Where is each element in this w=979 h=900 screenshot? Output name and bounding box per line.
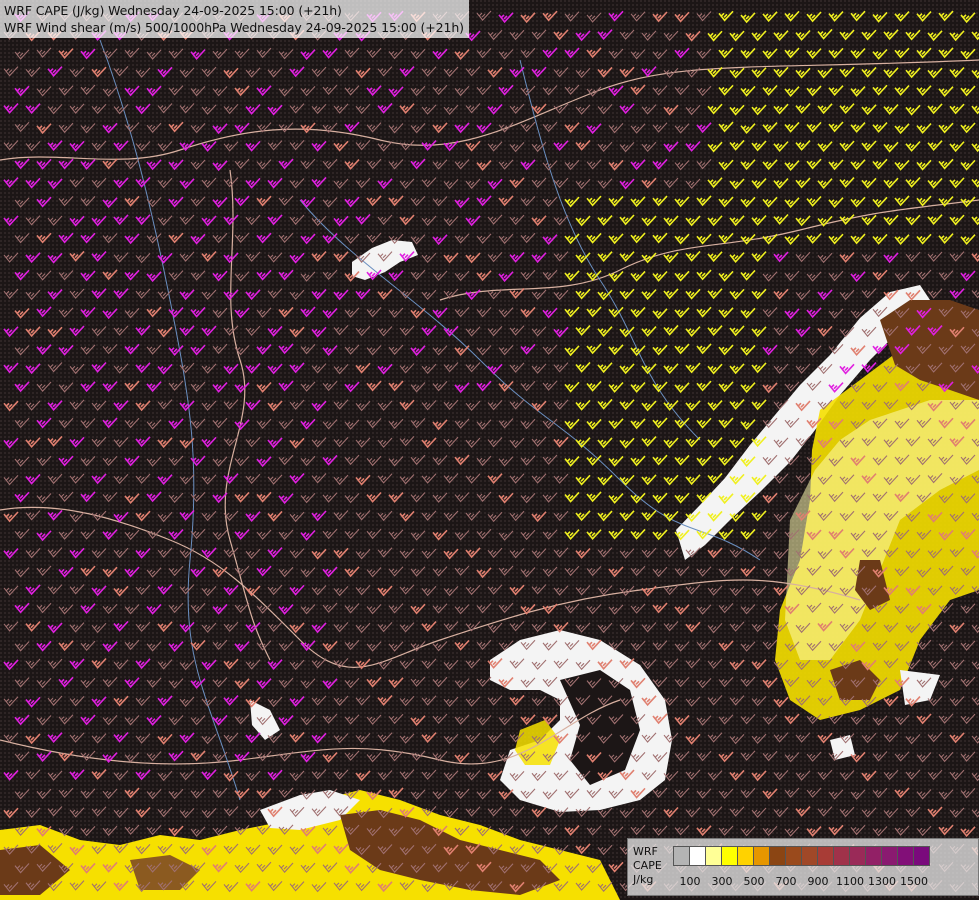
legend-color-scale	[673, 846, 930, 866]
legend-tick-label: 1300	[868, 875, 896, 888]
legend-swatch	[737, 846, 754, 866]
title-cape: WRF CAPE (J/kg) Wednesday 24-09-2025 15:…	[4, 3, 342, 18]
legend-label-unit: J/kg	[633, 873, 654, 886]
legend-swatch	[721, 846, 738, 866]
legend-tick-label: 1500	[900, 875, 928, 888]
map-title-box: WRF CAPE (J/kg) Wednesday 24-09-2025 15:…	[0, 0, 469, 38]
legend-label: WRF CAPE J/kg	[633, 845, 662, 887]
cape-legend: WRF CAPE J/kg 100 300 500 700 900 1100 1300 150…	[627, 838, 979, 896]
legend-swatch	[673, 846, 690, 866]
legend-swatch	[817, 846, 834, 866]
legend-swatch	[849, 846, 866, 866]
map-canvas	[0, 0, 979, 900]
legend-tick-label: 300	[711, 875, 733, 888]
legend-swatch	[865, 846, 882, 866]
legend-swatch	[689, 846, 706, 866]
legend-swatch	[897, 846, 914, 866]
legend-label-source: WRF	[633, 845, 658, 858]
legend-tick-label: 1100	[836, 875, 864, 888]
legend-tick-label: 700	[775, 875, 797, 888]
legend-tick-label: 500	[743, 875, 765, 888]
legend-swatch	[833, 846, 850, 866]
legend-swatch	[753, 846, 770, 866]
legend-swatch	[881, 846, 898, 866]
legend-tick-labels: 100 300 500 700 900 1100 1300 1500	[673, 875, 973, 889]
legend-swatch	[785, 846, 802, 866]
legend-label-parameter: CAPE	[633, 859, 662, 872]
legend-swatch	[913, 846, 930, 866]
legend-tick-label: 100	[679, 875, 701, 888]
legend-swatch	[705, 846, 722, 866]
title-wind-shear: WRF Wind shear (m/s) 500/1000hPa Wednesd…	[4, 20, 464, 35]
legend-swatch	[801, 846, 818, 866]
legend-tick-label: 900	[807, 875, 829, 888]
legend-swatch	[769, 846, 786, 866]
weather-map: WRF CAPE (J/kg) Wednesday 24-09-2025 15:…	[0, 0, 979, 900]
